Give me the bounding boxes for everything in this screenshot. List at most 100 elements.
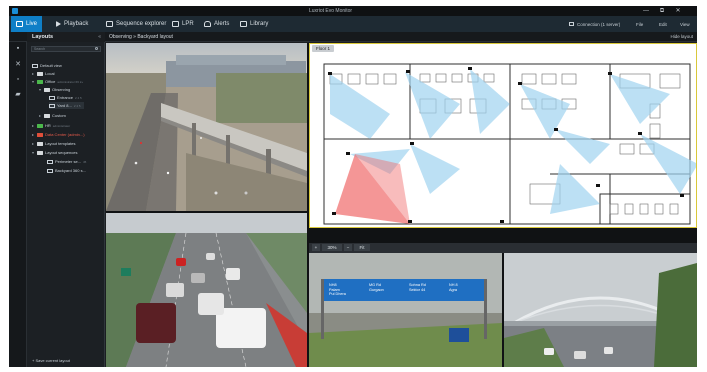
app-window: Luxriot Evo Monitor — ⧉ ✕ Live Playback … [9,6,697,367]
tab-alerts-label: Alerts [214,21,230,27]
tree-item-observing[interactable]: ▾ Observing [39,86,70,93]
tree-item-backyard-360[interactable]: Backyard 360 s... [47,167,86,174]
layout-icon [49,103,55,108]
tree-item-local[interactable]: ▸ Local [32,70,55,77]
tab-library-label: Library [250,21,269,27]
tab-alerts[interactable]: Alerts [199,16,234,32]
window-title: Luxriot Evo Monitor [309,8,353,14]
breadcrumb: Observing » Backyard layout [109,34,173,40]
tree-item-perimeter[interactable]: Perimeter se... 45 [47,158,86,165]
camera-tile-overhead-sign[interactable]: NH8 Palam Pul Dhera MG Rd Gurgaon Sohna … [309,253,502,367]
camera-feed-flyover [106,43,307,211]
zoom-level[interactable]: 30% [322,244,342,251]
sequence-icon [47,168,53,173]
hide-layout-button[interactable]: Hide layout [670,34,693,39]
tab-lpr-label: LPR [182,21,194,27]
sign-far-right-line2: Agra [449,287,458,292]
expand-icon[interactable]: ▸ [32,123,35,128]
connection-label: Connection (1 server) [577,21,621,27]
tree-item-custom[interactable]: ▸ Custom [39,112,66,119]
map-controls: + 30% − Fit [309,243,697,253]
minimize-button[interactable]: — [641,7,651,15]
sign-right: Sohna Rd Sektor 44 [409,283,447,292]
car-icon [172,21,179,27]
sequence-icon [106,21,113,27]
zoom-out-button[interactable]: − [344,244,352,251]
sign-left: NH8 Palam Pul Dhera [329,283,367,297]
monitor-icon [16,21,23,27]
tab-live-label: Live [26,21,38,27]
sign-middle-line2: Gurgaon [369,287,384,292]
tree-item-hr[interactable]: ▸ HR administrator [32,122,70,129]
breadcrumb-bar: Observing » Backyard layout Hide layout [9,32,697,42]
tree-item-label: Entrance [57,95,74,100]
camera-tile-flyover[interactable] [106,43,307,211]
camera-tile-traffic[interactable] [106,213,307,367]
tab-library[interactable]: Library [235,16,273,32]
layout-search-input[interactable]: Search [31,46,101,52]
zoom-in-button[interactable]: + [312,244,320,251]
menu-view-label: View [680,21,690,27]
collapse-icon[interactable]: ▾ [32,79,35,84]
tools-icon[interactable]: ✕ [14,61,22,68]
layouts-panel-title: Layouts [32,34,54,40]
tree-item-label: Perimeter se... [55,159,82,164]
video-wall: Floor 1 + 30% − Fit NH8 Palam Pul Dhera … [106,43,697,367]
tree-item-data-center[interactable]: ▸ Data Center (admin...) [32,131,85,138]
sequence-icon [47,159,53,164]
layouts-icon[interactable]: ▪ [14,45,22,52]
expand-icon[interactable]: ▸ [32,141,35,146]
tree-item-office[interactable]: ▾ Office administrator 66 2+ [32,78,83,85]
expand-icon[interactable]: ▸ [32,132,35,137]
tab-sequence-explorer[interactable]: Sequence explorer [101,16,171,32]
tree-item-label: Custom [52,113,66,118]
tab-playback[interactable]: Playback [51,16,93,32]
camera-tile-bridge[interactable] [504,253,697,367]
camera-feed-overhead-sign [309,253,502,367]
play-icon [56,21,61,27]
chat-icon[interactable]: ▰ [14,91,22,98]
collapse-icon[interactable]: ▾ [39,87,42,92]
folder-icon [37,79,43,84]
folder-icon [37,141,43,146]
menu-file[interactable]: File [636,16,643,32]
tree-item-layout-sequences[interactable]: ▾ Layout sequences [32,149,77,156]
save-layout-button[interactable]: + Save current layout [32,358,70,363]
sign-right-line2: Sektor 44 [409,287,426,292]
tree-item-label: HR [45,123,51,128]
expand-icon[interactable]: ▸ [32,71,35,76]
floor-label: Floor 1 [316,46,331,51]
grid-icon[interactable]: ▫ [14,76,22,83]
connection-status[interactable]: Connection (1 server) [569,16,620,32]
tree-item-default-view[interactable]: Default view [32,62,62,69]
restore-button[interactable]: ⧉ [657,7,667,15]
menu-edit[interactable]: Edit [659,16,667,32]
folder-icon [37,150,43,155]
sign-left-line3: Pul Dhera [329,292,346,296]
tree-item-label: Data Center (admin...) [45,132,85,137]
map-tab-floor[interactable]: Floor 1 [312,45,335,52]
tab-playback-label: Playback [64,21,89,27]
tree-item-meta: 2 4 5 [73,103,81,108]
tree-item-entrance[interactable]: Entrance 2 4 5 [49,94,82,101]
tree-item-layout-templates[interactable]: ▸ Layout templates [32,140,75,147]
tree-item-yard[interactable]: Yard 8... 2 4 5 [49,102,84,109]
close-window-button[interactable]: ✕ [673,7,683,15]
collapse-panel-icon[interactable]: « [98,34,101,40]
folder-icon [37,132,43,137]
tab-live[interactable]: Live [11,16,43,32]
title-bar: Luxriot Evo Monitor — ⧉ ✕ [9,6,697,16]
layout-icon [32,63,38,68]
folder-icon [44,113,50,118]
tree-item-label: Layout sequences [45,150,78,155]
tab-lpr[interactable]: LPR [167,16,199,32]
fit-button[interactable]: Fit [354,244,370,251]
layouts-panel: Layouts « Search Default view ▸ Local ▾ … [27,32,105,367]
menu-view[interactable]: View [680,16,690,32]
tree-item-label: Observing [52,87,71,92]
sign-middle: MG Rd Gurgaon [369,283,407,292]
main-nav: Live Playback Sequence explorer LPR Aler… [9,16,697,32]
map-tile-floor-plan[interactable]: Floor 1 [309,43,697,228]
collapse-icon[interactable]: ▾ [32,150,35,155]
expand-icon[interactable]: ▸ [39,113,42,118]
